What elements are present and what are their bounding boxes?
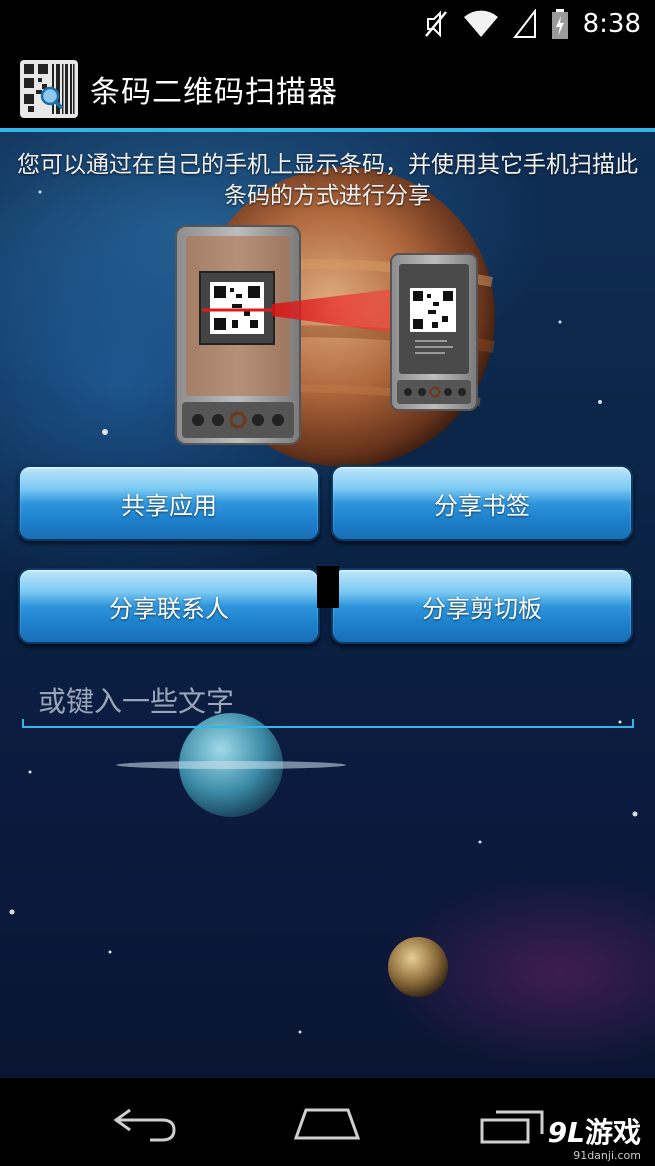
share-app-button[interactable]: 共享应用 [18,465,320,541]
share-contact-button[interactable]: 分享联系人 [18,568,320,644]
watermark-logo: 9L游戏 [547,1116,641,1149]
clock: 8:38 [582,9,641,39]
watermark: 9L游戏 91danji.com [547,1116,641,1163]
action-bar: 条码二维码扫描器 [0,48,655,132]
text-input[interactable] [22,672,634,730]
barcode-app-icon[interactable] [20,60,78,118]
main-content: 您可以通过在自己的手机上显示条码，并使用其它手机扫描此条码的方式进行分享 共享应… [0,132,655,1078]
recent-apps-icon[interactable] [478,1106,548,1150]
mute-icon [423,9,449,39]
wifi-icon [463,9,499,39]
status-bar: 8:38 [0,0,655,48]
text-input-underline [22,719,634,728]
app-title: 条码二维码扫描器 [90,75,338,110]
battery-icon [551,8,569,40]
home-icon[interactable] [290,1100,364,1148]
back-icon[interactable] [110,1100,180,1148]
share-clipboard-button[interactable]: 分享剪切板 [331,568,633,644]
divider-notch [317,566,339,608]
share-bookmark-button[interactable]: 分享书签 [331,465,633,541]
status-icons: 8:38 [423,4,641,44]
share-illustration [175,225,478,445]
watermark-url: 91danji.com [573,1149,641,1162]
intro-text: 您可以通过在自己的手机上显示条码，并使用其它手机扫描此条码的方式进行分享 [17,152,638,209]
signal-icon [512,9,537,39]
